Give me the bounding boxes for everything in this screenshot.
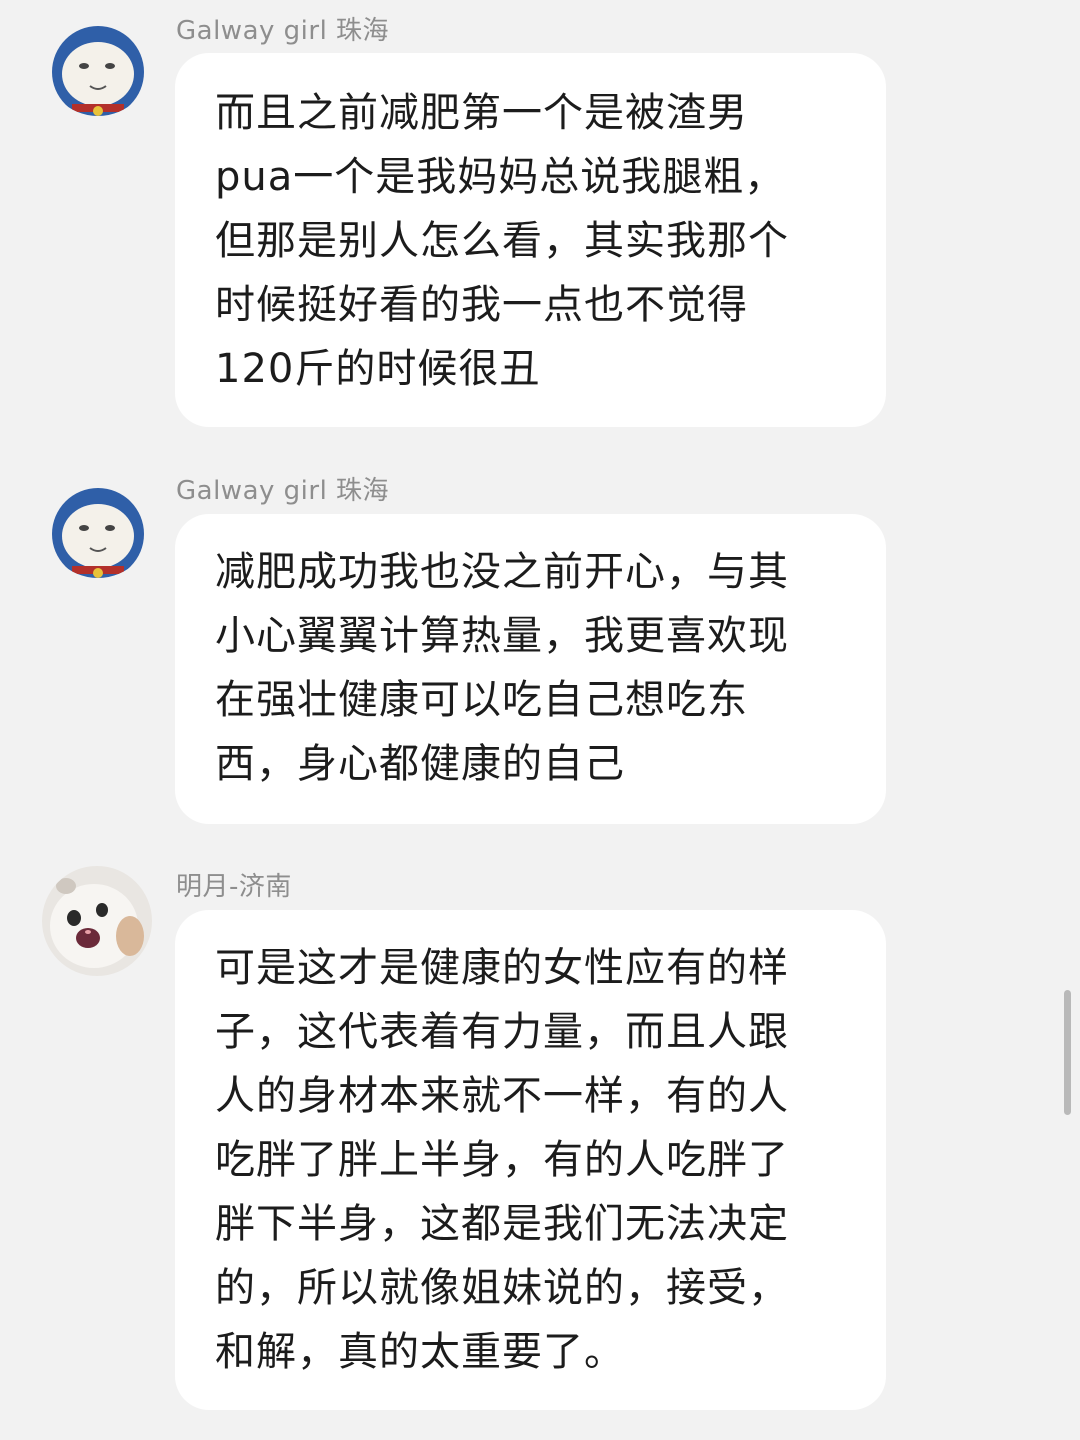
sender-name[interactable]: Galway girl 珠海 (176, 10, 389, 47)
avatar[interactable] (44, 8, 152, 116)
sender-name[interactable]: 明月-济南 (176, 866, 292, 903)
message-text: 而且之前减肥第一个是被渣男 pua一个是我妈妈总说我腿粗， 但那是别人怎么看，其… (215, 90, 789, 392)
avatar[interactable] (42, 866, 152, 976)
message-bubble: 减肥成功我也没之前开心，与其 小心翼翼计算热量，我更喜欢现 在强壮健康可以吃自己… (175, 514, 886, 824)
avatar[interactable] (44, 470, 152, 578)
scrollbar[interactable] (1064, 990, 1071, 1115)
message-text: 减肥成功我也没之前开心，与其 小心翼翼计算热量，我更喜欢现 在强壮健康可以吃自己… (215, 549, 789, 787)
message-text: 可是这才是健康的女性应有的样 子，这代表着有力量，而且人跟 人的身材本来就不一样… (215, 945, 789, 1375)
doraemon-face-avatar-icon (44, 470, 152, 578)
sender-name[interactable]: Galway girl 珠海 (176, 470, 389, 507)
message-bubble: 可是这才是健康的女性应有的样 子，这代表着有力量，而且人跟 人的身材本来就不一样… (175, 910, 886, 1410)
message-bubble: 而且之前减肥第一个是被渣男 pua一个是我妈妈总说我腿粗， 但那是别人怎么看，其… (175, 53, 886, 427)
white-cat-avatar-icon (42, 866, 152, 976)
doraemon-face-avatar-icon (44, 8, 152, 116)
